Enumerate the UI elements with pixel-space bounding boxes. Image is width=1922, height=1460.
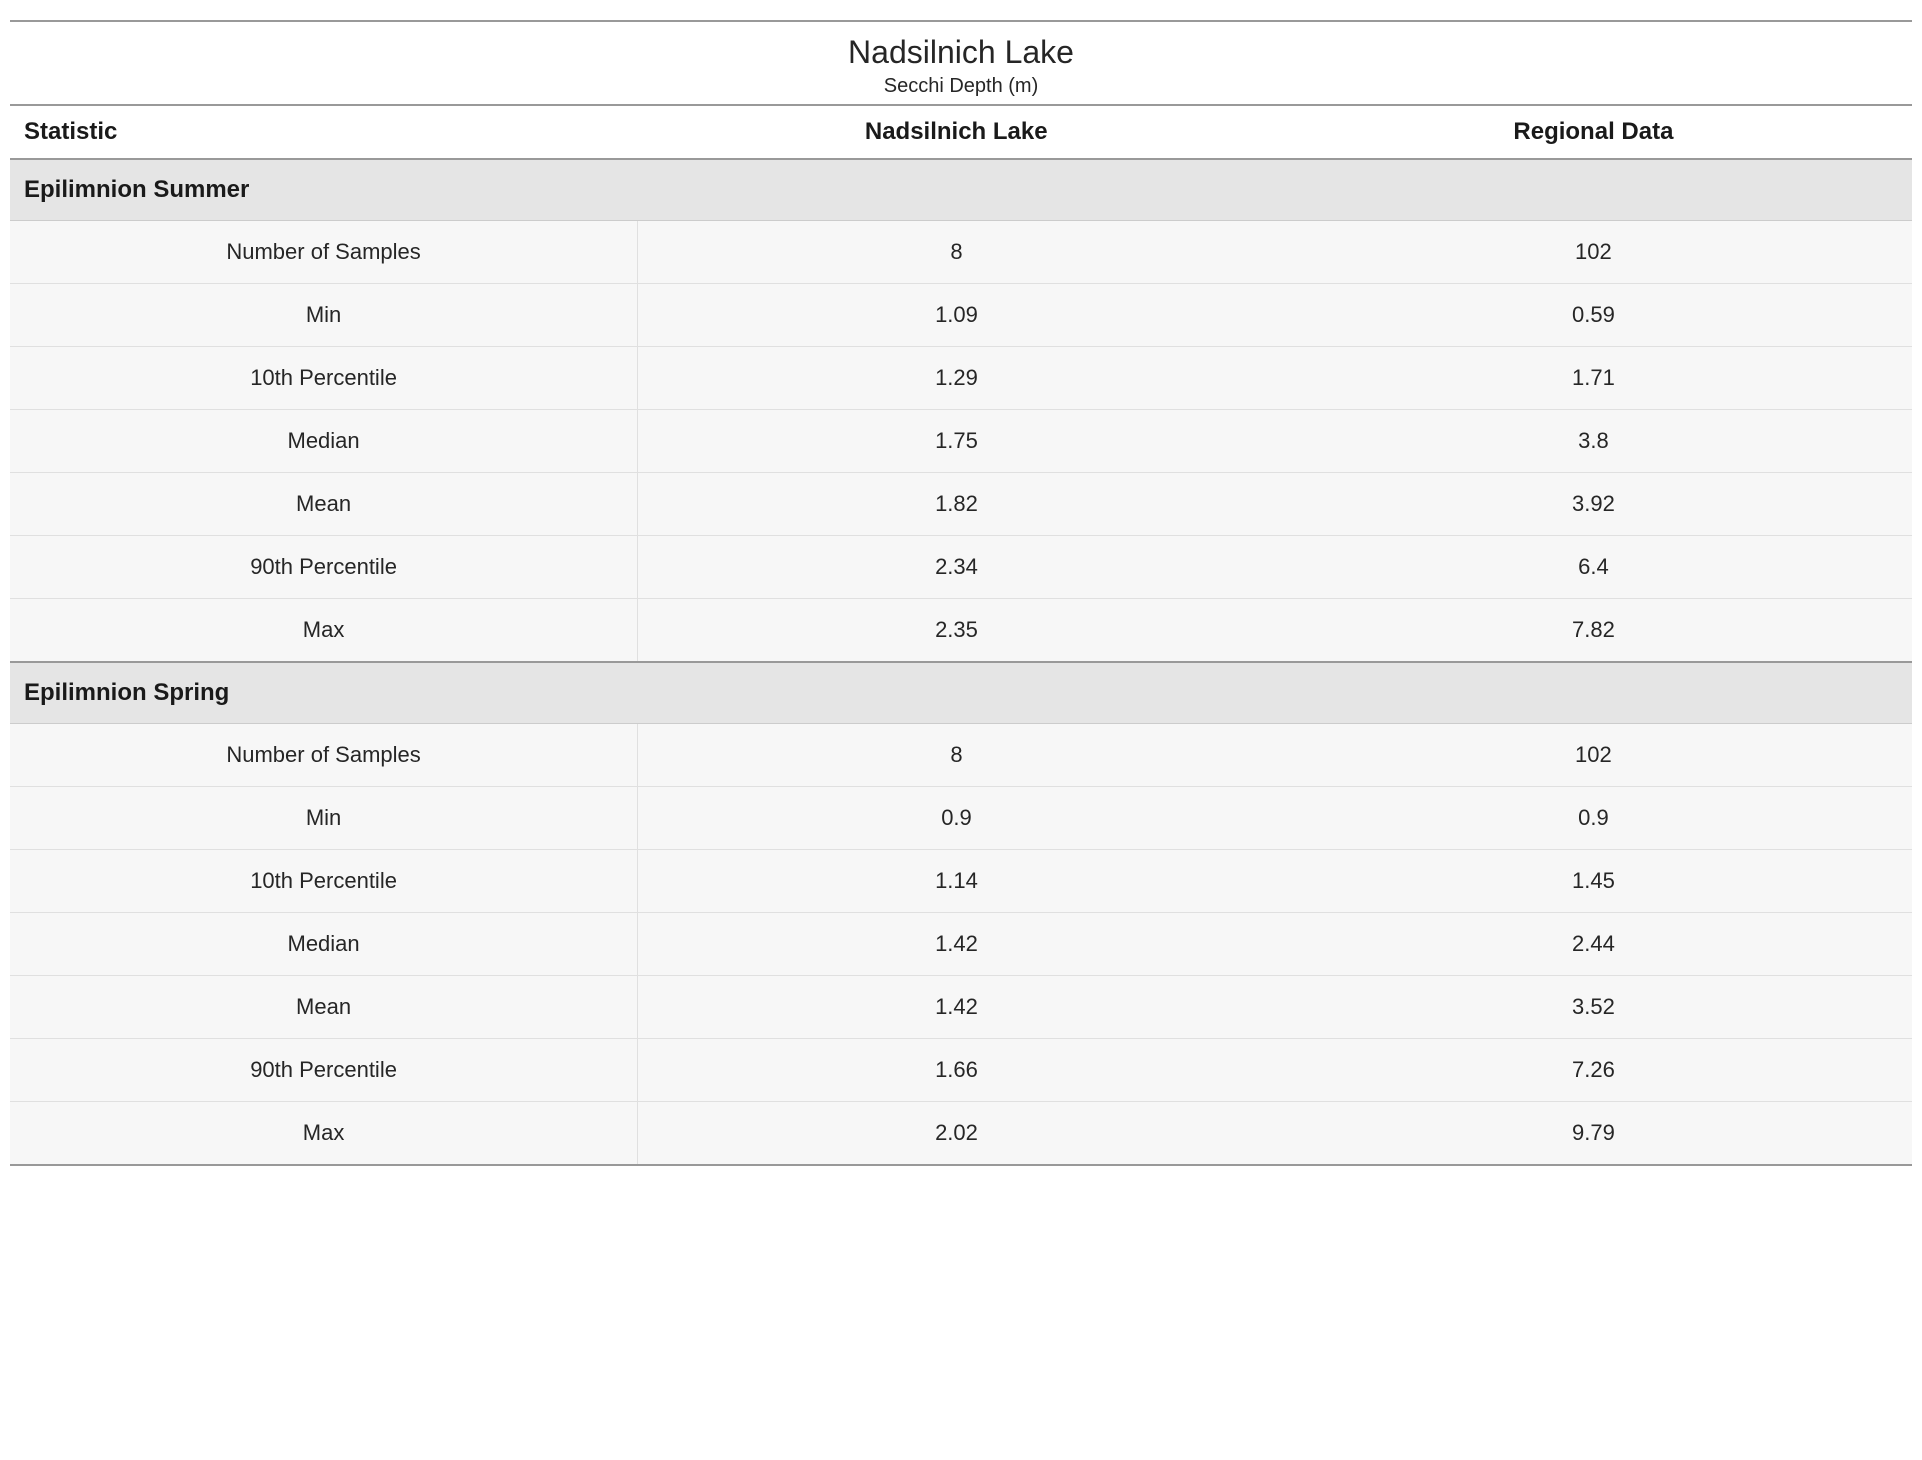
- table-row: 10th Percentile1.141.45: [10, 850, 1912, 913]
- statistic-label: 10th Percentile: [10, 347, 638, 410]
- section-header: Epilimnion Summer: [10, 159, 1912, 221]
- header-regional: Regional Data: [1275, 105, 1912, 159]
- lake-value: 2.35: [638, 599, 1275, 663]
- table-row: 90th Percentile2.346.4: [10, 536, 1912, 599]
- statistic-label: Min: [10, 284, 638, 347]
- table-row: Mean1.823.92: [10, 473, 1912, 536]
- lake-value: 0.9: [638, 787, 1275, 850]
- regional-value: 2.44: [1275, 913, 1912, 976]
- regional-value: 102: [1275, 724, 1912, 787]
- lake-value: 2.34: [638, 536, 1275, 599]
- statistic-label: Mean: [10, 473, 638, 536]
- regional-value: 1.71: [1275, 347, 1912, 410]
- lake-value: 1.42: [638, 976, 1275, 1039]
- regional-value: 3.52: [1275, 976, 1912, 1039]
- statistics-table-container: Nadsilnich Lake Secchi Depth (m) Statist…: [10, 20, 1912, 1166]
- lake-value: 1.09: [638, 284, 1275, 347]
- table-row: Max2.029.79: [10, 1102, 1912, 1166]
- table-row: Mean1.423.52: [10, 976, 1912, 1039]
- statistic-label: 90th Percentile: [10, 1039, 638, 1102]
- section-name: Epilimnion Summer: [10, 159, 1912, 221]
- statistic-label: Median: [10, 410, 638, 473]
- lake-value: 1.29: [638, 347, 1275, 410]
- regional-value: 0.59: [1275, 284, 1912, 347]
- table-row: 10th Percentile1.291.71: [10, 347, 1912, 410]
- lake-value: 8: [638, 221, 1275, 284]
- column-headers: Statistic Nadsilnich Lake Regional Data: [10, 105, 1912, 159]
- header-lake: Nadsilnich Lake: [638, 105, 1275, 159]
- lake-name: Nadsilnich Lake: [10, 34, 1912, 71]
- table-row: Min0.90.9: [10, 787, 1912, 850]
- lake-value: 1.66: [638, 1039, 1275, 1102]
- regional-value: 1.45: [1275, 850, 1912, 913]
- lake-value: 1.82: [638, 473, 1275, 536]
- statistic-label: 90th Percentile: [10, 536, 638, 599]
- table-row: Median1.422.44: [10, 913, 1912, 976]
- regional-value: 9.79: [1275, 1102, 1912, 1166]
- section-name: Epilimnion Spring: [10, 662, 1912, 724]
- statistic-label: Median: [10, 913, 638, 976]
- regional-value: 7.26: [1275, 1039, 1912, 1102]
- header-statistic: Statistic: [10, 105, 638, 159]
- table-title-section: Nadsilnich Lake Secchi Depth (m): [10, 22, 1912, 104]
- regional-value: 6.4: [1275, 536, 1912, 599]
- regional-value: 3.92: [1275, 473, 1912, 536]
- regional-value: 7.82: [1275, 599, 1912, 663]
- table-row: Min1.090.59: [10, 284, 1912, 347]
- statistic-label: 10th Percentile: [10, 850, 638, 913]
- regional-value: 0.9: [1275, 787, 1912, 850]
- statistic-label: Max: [10, 599, 638, 663]
- statistic-label: Number of Samples: [10, 221, 638, 284]
- lake-value: 2.02: [638, 1102, 1275, 1166]
- lake-value: 8: [638, 724, 1275, 787]
- section-header: Epilimnion Spring: [10, 662, 1912, 724]
- lake-value: 1.14: [638, 850, 1275, 913]
- table-row: 90th Percentile1.667.26: [10, 1039, 1912, 1102]
- statistic-label: Number of Samples: [10, 724, 638, 787]
- lake-value: 1.42: [638, 913, 1275, 976]
- statistic-label: Max: [10, 1102, 638, 1166]
- regional-value: 3.8: [1275, 410, 1912, 473]
- regional-value: 102: [1275, 221, 1912, 284]
- lake-value: 1.75: [638, 410, 1275, 473]
- statistic-label: Min: [10, 787, 638, 850]
- statistic-label: Mean: [10, 976, 638, 1039]
- table-row: Median1.753.8: [10, 410, 1912, 473]
- statistics-table: Statistic Nadsilnich Lake Regional Data …: [10, 104, 1912, 1166]
- table-row: Max2.357.82: [10, 599, 1912, 663]
- measurement-subtitle: Secchi Depth (m): [10, 75, 1912, 98]
- table-row: Number of Samples8102: [10, 724, 1912, 787]
- table-row: Number of Samples8102: [10, 221, 1912, 284]
